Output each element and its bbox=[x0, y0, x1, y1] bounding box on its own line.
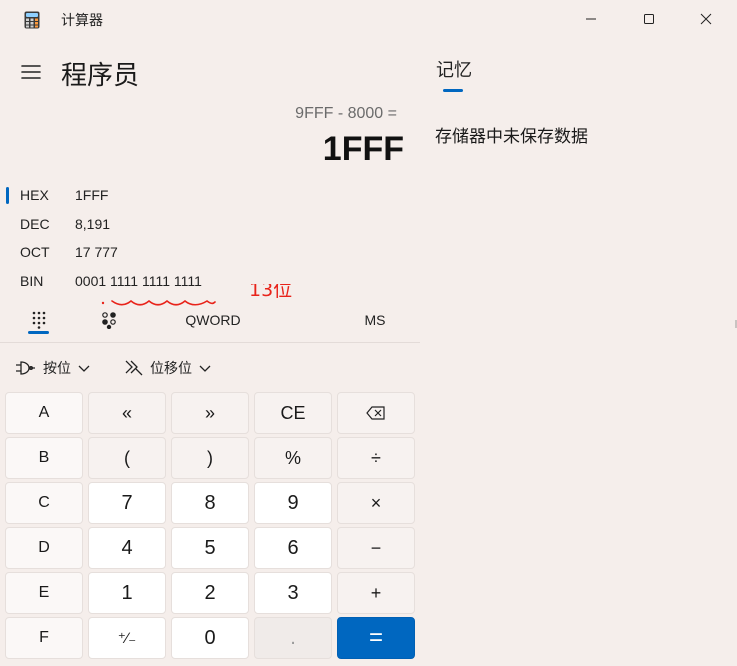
close-button[interactable] bbox=[683, 0, 729, 38]
word-size-button[interactable]: QWORD bbox=[178, 306, 248, 334]
bitwise-label: 按位 bbox=[43, 361, 71, 377]
radix-label: OCT bbox=[20, 244, 50, 260]
bitshift-dropdown[interactable]: 位移位 bbox=[124, 354, 212, 382]
key-2[interactable]: 2 bbox=[171, 572, 249, 614]
annotation-text: 13位 bbox=[249, 284, 292, 301]
radix-row-dec[interactable]: DEC 8,191 bbox=[0, 213, 420, 241]
key-7[interactable]: 7 bbox=[88, 482, 166, 524]
key-clear-entry[interactable]: CE bbox=[254, 392, 332, 434]
radix-value: 17 777 bbox=[75, 244, 118, 260]
selected-radix-marker bbox=[6, 187, 9, 204]
key-open-paren[interactable]: ( bbox=[88, 437, 166, 479]
radix-row-hex[interactable]: HEX 1FFF bbox=[0, 184, 420, 212]
hamburger-menu-icon bbox=[21, 65, 41, 79]
backspace-icon bbox=[366, 406, 385, 420]
memory-tab[interactable]: 记忆 bbox=[436, 56, 472, 82]
key-5[interactable]: 5 bbox=[171, 527, 249, 569]
key-close-paren[interactable]: ) bbox=[171, 437, 249, 479]
bitshift-label: 位移位 bbox=[150, 361, 192, 377]
window-title: 计算器 bbox=[61, 13, 103, 29]
logic-gate-icon bbox=[16, 361, 35, 375]
radix-row-oct[interactable]: OCT 17 777 bbox=[0, 241, 420, 269]
navigation-menu-button[interactable] bbox=[19, 60, 43, 84]
key-e[interactable]: E bbox=[5, 572, 83, 614]
active-tab-indicator bbox=[28, 331, 49, 334]
key-f[interactable]: F bbox=[5, 617, 83, 659]
full-keypad-icon bbox=[32, 311, 46, 329]
memory-store-label: MS bbox=[364, 312, 386, 328]
minimize-icon bbox=[586, 18, 596, 20]
bitwise-dropdown[interactable]: 按位 bbox=[15, 354, 91, 382]
calculator-app-icon bbox=[24, 11, 40, 29]
key-9[interactable]: 9 bbox=[254, 482, 332, 524]
bit-toggle-keypad-icon bbox=[102, 312, 116, 329]
radix-label: HEX bbox=[20, 187, 49, 203]
key-0[interactable]: 0 bbox=[171, 617, 249, 659]
key-3[interactable]: 3 bbox=[254, 572, 332, 614]
key-a[interactable]: A bbox=[5, 392, 83, 434]
full-keypad-tab[interactable] bbox=[24, 306, 54, 334]
key-backspace[interactable] bbox=[337, 392, 415, 434]
key-negate[interactable]: ⁺∕₋ bbox=[88, 617, 166, 659]
radix-label: BIN bbox=[20, 273, 44, 289]
key-equals[interactable]: = bbox=[337, 617, 415, 659]
key-rotate-right[interactable]: » bbox=[171, 392, 249, 434]
memory-tab-indicator bbox=[443, 89, 463, 92]
key-1[interactable]: 1 bbox=[88, 572, 166, 614]
divider bbox=[0, 342, 420, 343]
key-modulo[interactable]: % bbox=[254, 437, 332, 479]
key-b[interactable]: B bbox=[5, 437, 83, 479]
bit-toggle-keypad-tab[interactable] bbox=[94, 306, 124, 334]
keypad: A « » CE B ( ) % ÷ C 7 8 9 × D 4 5 6 − E… bbox=[5, 392, 415, 662]
radix-value: 1FFF bbox=[75, 187, 109, 203]
maximize-icon bbox=[644, 14, 654, 24]
radix-value: 8,191 bbox=[75, 216, 111, 232]
maximize-button[interactable] bbox=[626, 0, 672, 38]
key-subtract[interactable]: − bbox=[337, 527, 415, 569]
chevron-down-icon bbox=[78, 365, 90, 372]
key-4[interactable]: 4 bbox=[88, 527, 166, 569]
key-8[interactable]: 8 bbox=[171, 482, 249, 524]
expression-display: 9FFF - 8000 = bbox=[295, 105, 397, 122]
key-divide[interactable]: ÷ bbox=[337, 437, 415, 479]
key-decimal[interactable]: . bbox=[254, 617, 332, 659]
bit-shift-icon bbox=[125, 360, 143, 376]
result-display: 1FFF bbox=[322, 130, 404, 168]
mode-title: 程序员 bbox=[61, 61, 140, 91]
minimize-button[interactable] bbox=[568, 0, 614, 38]
radix-label: DEC bbox=[20, 216, 50, 232]
handwritten-annotation: 13位 bbox=[101, 284, 292, 306]
key-rotate-left[interactable]: « bbox=[88, 392, 166, 434]
key-6[interactable]: 6 bbox=[254, 527, 332, 569]
close-icon bbox=[700, 13, 712, 25]
key-c[interactable]: C bbox=[5, 482, 83, 524]
key-d[interactable]: D bbox=[5, 527, 83, 569]
key-multiply[interactable]: × bbox=[337, 482, 415, 524]
key-add[interactable]: + bbox=[337, 572, 415, 614]
memory-store-button[interactable]: MS bbox=[355, 306, 395, 334]
word-size-label: QWORD bbox=[185, 312, 241, 328]
chevron-down-icon bbox=[199, 365, 211, 372]
memory-empty-message: 存储器中未保存数据 bbox=[435, 127, 588, 147]
